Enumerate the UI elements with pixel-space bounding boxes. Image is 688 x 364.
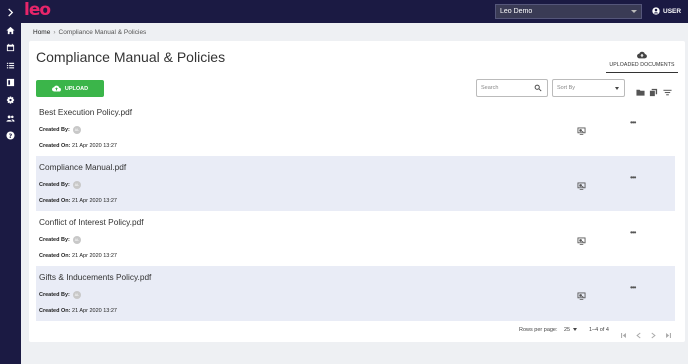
pagination-range: 1–4 of 4: [589, 327, 609, 333]
created-on-label: Created On:: [39, 308, 71, 314]
more-options-icon[interactable]: •••: [630, 283, 636, 292]
copy-icon[interactable]: [649, 84, 658, 97]
cloud-upload-icon: [51, 85, 61, 92]
created-on-value: 21 Apr 2020 13:27: [72, 198, 117, 204]
created-by: Created By: AL: [39, 126, 81, 134]
created-on: Created On: 21 Apr 2020 13:27: [39, 198, 117, 204]
avatar: AL: [72, 126, 81, 134]
created-on-label: Created On:: [39, 143, 71, 149]
chevron-down-icon: [615, 87, 619, 90]
help-icon[interactable]: ?: [0, 127, 21, 143]
people-icon[interactable]: [0, 110, 21, 126]
account-icon: [652, 7, 660, 15]
breadcrumb-home[interactable]: Home: [33, 29, 50, 36]
list-item[interactable]: Best Execution Policy.pdf Created By: AL …: [36, 101, 675, 156]
top-bar: leo Leo Demo USER: [21, 0, 688, 23]
created-on-label: Created On:: [39, 198, 71, 204]
created-by: Created By: AL: [39, 236, 81, 244]
sidebar: ?: [0, 0, 21, 364]
breadcrumb-current: Compliance Manual & Policies: [58, 29, 147, 36]
preview-icon[interactable]: [577, 232, 586, 245]
filter-icon[interactable]: [663, 84, 672, 96]
chevron-down-icon: [573, 328, 578, 332]
rows-per-page-value: 25: [564, 327, 571, 333]
preview-icon[interactable]: [577, 177, 586, 190]
created-by: Created By: AL: [39, 291, 81, 299]
tab-uploaded-documents[interactable]: UPLOADED DOCUMENTS: [606, 51, 678, 73]
document-name[interactable]: Best Execution Policy.pdf: [39, 107, 132, 117]
list-item[interactable]: Conflict of Interest Policy.pdf Created …: [36, 211, 675, 266]
created-by-label: Created By:: [39, 237, 70, 243]
home-icon[interactable]: [0, 22, 21, 38]
preview-icon[interactable]: [577, 287, 586, 300]
created-on: Created On: 21 Apr 2020 13:27: [39, 143, 117, 149]
list-item[interactable]: Compliance Manual.pdf Created By: AL Crea…: [36, 156, 675, 211]
gear-icon[interactable]: [0, 92, 21, 108]
user-label: USER: [663, 7, 682, 15]
user-menu[interactable]: USER: [652, 7, 681, 15]
search-placeholder: Search: [481, 85, 499, 91]
first-page-icon[interactable]: [620, 326, 628, 338]
avatar: AL: [72, 291, 81, 299]
svg-text:?: ?: [9, 132, 13, 139]
document-name[interactable]: Gifts & Inducements Policy.pdf: [39, 272, 151, 282]
breadcrumb-separator: ›: [53, 29, 56, 36]
more-options-icon[interactable]: •••: [630, 228, 636, 237]
more-options-icon[interactable]: •••: [630, 173, 636, 182]
sort-select[interactable]: Sort By: [552, 79, 625, 97]
document-name[interactable]: Compliance Manual.pdf: [39, 162, 126, 172]
book-icon[interactable]: [0, 74, 21, 90]
search-input[interactable]: Search: [476, 79, 548, 97]
created-by: Created By: AL: [39, 181, 81, 189]
calendar-icon[interactable]: [0, 39, 21, 55]
org-select-value: Leo Demo: [500, 8, 533, 15]
app-logo: leo: [24, 0, 51, 20]
preview-icon[interactable]: [577, 122, 586, 135]
more-options-icon[interactable]: •••: [630, 118, 636, 127]
created-on-value: 21 Apr 2020 13:27: [72, 253, 117, 259]
rows-per-page-select[interactable]: 25: [564, 327, 578, 333]
upload-button[interactable]: UPLOAD: [36, 80, 104, 97]
rows-per-page-label: Rows per page:: [519, 327, 558, 333]
folder-icon[interactable]: [636, 84, 645, 96]
created-by-label: Created By:: [39, 182, 70, 188]
avatar: AL: [72, 236, 81, 244]
tab-label: UPLOADED DOCUMENTS: [609, 62, 675, 68]
list-icon[interactable]: [0, 57, 21, 73]
next-page-icon[interactable]: [650, 326, 658, 339]
list-item[interactable]: Gifts & Inducements Policy.pdf Created B…: [36, 266, 675, 321]
upload-label: UPLOAD: [64, 85, 89, 92]
created-by-label: Created By:: [39, 292, 70, 298]
org-select[interactable]: Leo Demo: [495, 4, 642, 19]
created-on: Created On: 21 Apr 2020 13:27: [39, 253, 117, 259]
chevron-down-icon: [631, 10, 637, 13]
avatar: AL: [72, 181, 81, 189]
search-icon[interactable]: [534, 84, 542, 92]
last-page-icon[interactable]: [665, 326, 673, 338]
sort-placeholder: Sort By: [557, 85, 576, 91]
page-title: Compliance Manual & Policies: [36, 49, 226, 65]
created-on-value: 21 Apr 2020 13:27: [72, 143, 117, 149]
created-by-label: Created By:: [39, 127, 70, 133]
chevron-right-icon[interactable]: [0, 4, 21, 20]
cloud-upload-icon: [637, 51, 647, 59]
breadcrumb: Home › Compliance Manual & Policies: [33, 29, 146, 36]
previous-page-icon[interactable]: [635, 326, 643, 339]
created-on-label: Created On:: [39, 253, 71, 259]
document-name[interactable]: Conflict of Interest Policy.pdf: [39, 217, 144, 227]
created-on: Created On: 21 Apr 2020 13:27: [39, 308, 117, 314]
created-on-value: 21 Apr 2020 13:27: [72, 308, 117, 314]
